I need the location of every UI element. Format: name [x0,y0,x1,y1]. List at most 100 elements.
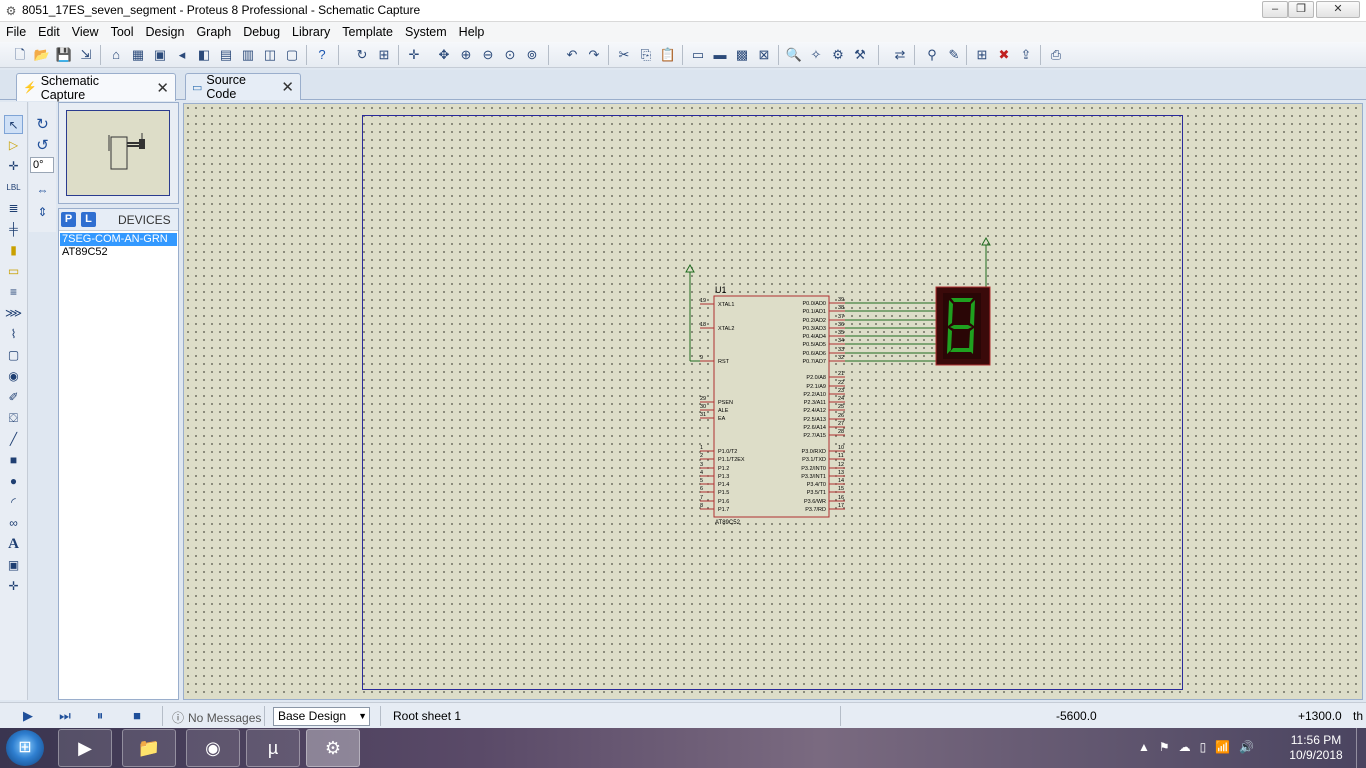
pin-name: P0.5/AD5 [802,342,826,348]
action-center-flag-icon[interactable]: ⚑ [1159,740,1170,754]
p0-bus-wires[interactable] [845,302,936,362]
show-desktop-button[interactable] [1356,728,1366,768]
info-icon: ⓘ [172,711,185,725]
status-bar: ▶ ⏭ ⏸ ■ ⓘ No Messages Base Design ▼ Root… [0,702,1366,728]
pin-number: 2 [700,453,703,459]
pin-number: 31 [700,412,706,418]
pin-name: P3.1/TXD [802,457,826,463]
pin-name: P2.7/A15 [803,433,826,439]
tray-expand-icon[interactable]: ▲ [1138,740,1150,754]
pin-number: 35 [838,330,844,336]
pin-number: 1 [700,445,703,451]
stop-icon[interactable]: ■ [128,707,146,725]
pin-number: 15 [838,486,844,492]
pin-number: 11 [838,453,844,459]
pin-number: 13 [838,470,844,476]
pin-number: 34 [838,338,844,344]
pin-name: P2.2/A10 [803,392,826,398]
pin-number: 23 [838,388,844,394]
pin-number: 26 [838,413,844,419]
pin-name: EA [718,416,726,422]
seven-segment-display[interactable]: 8 [935,286,991,366]
pin-name: P2.3/A11 [804,400,826,406]
pin-number: 29 [700,396,706,402]
pin-number: 39 [838,297,844,303]
y-coordinate: +1300.0 [1298,709,1342,723]
pin-number: 18 [700,322,706,328]
chrome-taskbar-icon[interactable]: ◉ [186,729,240,767]
pin-name: P2.4/A12 [803,408,826,414]
pin-name: P2.6/A14 [803,425,826,431]
pin-name: P1.5 [718,490,729,496]
pin-number: 4 [700,470,703,476]
pin-name: P2.5/A13 [803,417,826,423]
layer-select-value: Base Design [278,709,347,723]
layer-select[interactable]: Base Design ▼ [273,707,370,726]
schematic-drawing: U1 AT89C52 19XTAL118XTAL29RST29PSEN30ALE… [685,236,991,526]
x-coordinate: -5600.0 [1056,709,1097,723]
pin-name: P3.0/RXD [802,449,826,455]
pin-number: 14 [838,478,844,484]
mcu-refdes: U1 [715,285,727,295]
pin-name: P0.0/AD0 [802,301,826,307]
pin-number: 7 [700,495,703,501]
clock-date: 10/9/2018 [1289,748,1343,762]
chevron-down-icon: ▼ [358,711,367,721]
pin-number: 17 [838,503,844,509]
pin-number: 19 [700,298,706,304]
message-area[interactable]: ⓘ No Messages [172,709,261,726]
volume-icon[interactable]: 🔊 [1239,740,1254,754]
power-terminal-display[interactable] [981,236,991,289]
system-clock[interactable]: 11:56 PM 10/9/2018 [1282,733,1350,763]
coordinate-unit: th [1353,709,1364,723]
file-explorer-taskbar-icon[interactable]: 📁 [122,729,176,767]
utorrent-taskbar-icon[interactable]: µ [246,729,300,767]
pin-name: XTAL2 [718,326,734,332]
pin-number: 6 [700,486,703,492]
play-icon[interactable]: ▶ [19,707,37,725]
pin-number: 5 [700,478,703,484]
pin-number: 27 [838,421,844,427]
system-tray: ▲ ⚑ ☁ ▯ 📶 🔊 [1138,740,1254,754]
onedrive-cloud-icon[interactable]: ☁ [1179,740,1191,754]
proteus-taskbar-icon[interactable]: ⚙ [306,729,360,767]
pin-name: P3.4/T0 [807,482,826,488]
pause-icon[interactable]: ⏸ [91,707,109,725]
pin-number: 3 [700,462,703,468]
pin-name: P3.5/T1 [807,490,826,496]
pin-number: 24 [838,396,844,402]
pin-number: 10 [838,445,844,451]
pin-number: 36 [838,322,844,328]
pin-name: P3.7/RD [805,507,826,513]
pin-number: 12 [838,462,844,468]
mcu-part-name: AT89C52 [715,520,741,526]
network-signal-icon[interactable]: 📶 [1215,740,1230,754]
pin-name: P0.4/AD4 [802,334,826,340]
pin-name: P3.2/INT0 [801,466,826,472]
sheet-indicator: Root sheet 1 [393,709,462,723]
pin-number: 8 [700,503,703,509]
windows-taskbar: ⊞ ▶ 📁 ◉ µ ⚙ ▲ ⚑ ☁ ▯ 📶 🔊 11:56 PM 10/9/20… [0,728,1366,768]
pin-name: P0.6/AD6 [802,351,826,357]
pin-number: 37 [838,314,844,320]
pin-name: P1.7 [718,507,729,513]
pin-number: 28 [838,429,844,435]
pin-name: P1.0/T2 [718,449,737,455]
pin-name: P0.3/AD3 [802,326,826,332]
pin-name: ALE [718,408,729,414]
pin-name: P1.4 [718,482,729,488]
message-text: No Messages [188,710,262,725]
pin-name: RST [718,359,730,365]
pin-number: 9 [700,355,703,361]
media-player-taskbar-icon[interactable]: ▶ [58,729,112,767]
pin-number: 30 [700,404,706,410]
pin-number: 16 [838,495,844,501]
power-terminal-rst[interactable] [685,263,700,362]
pin-name: P3.6/WR [804,499,826,505]
step-icon[interactable]: ⏭ [56,707,74,725]
pin-name: P0.1/AD1 [802,309,826,315]
pin-name: P1.1/T2EX [718,457,745,463]
battery-icon[interactable]: ▯ [1200,740,1207,754]
pin-name: P0.2/AD2 [802,318,826,324]
start-button[interactable]: ⊞ [6,730,44,766]
